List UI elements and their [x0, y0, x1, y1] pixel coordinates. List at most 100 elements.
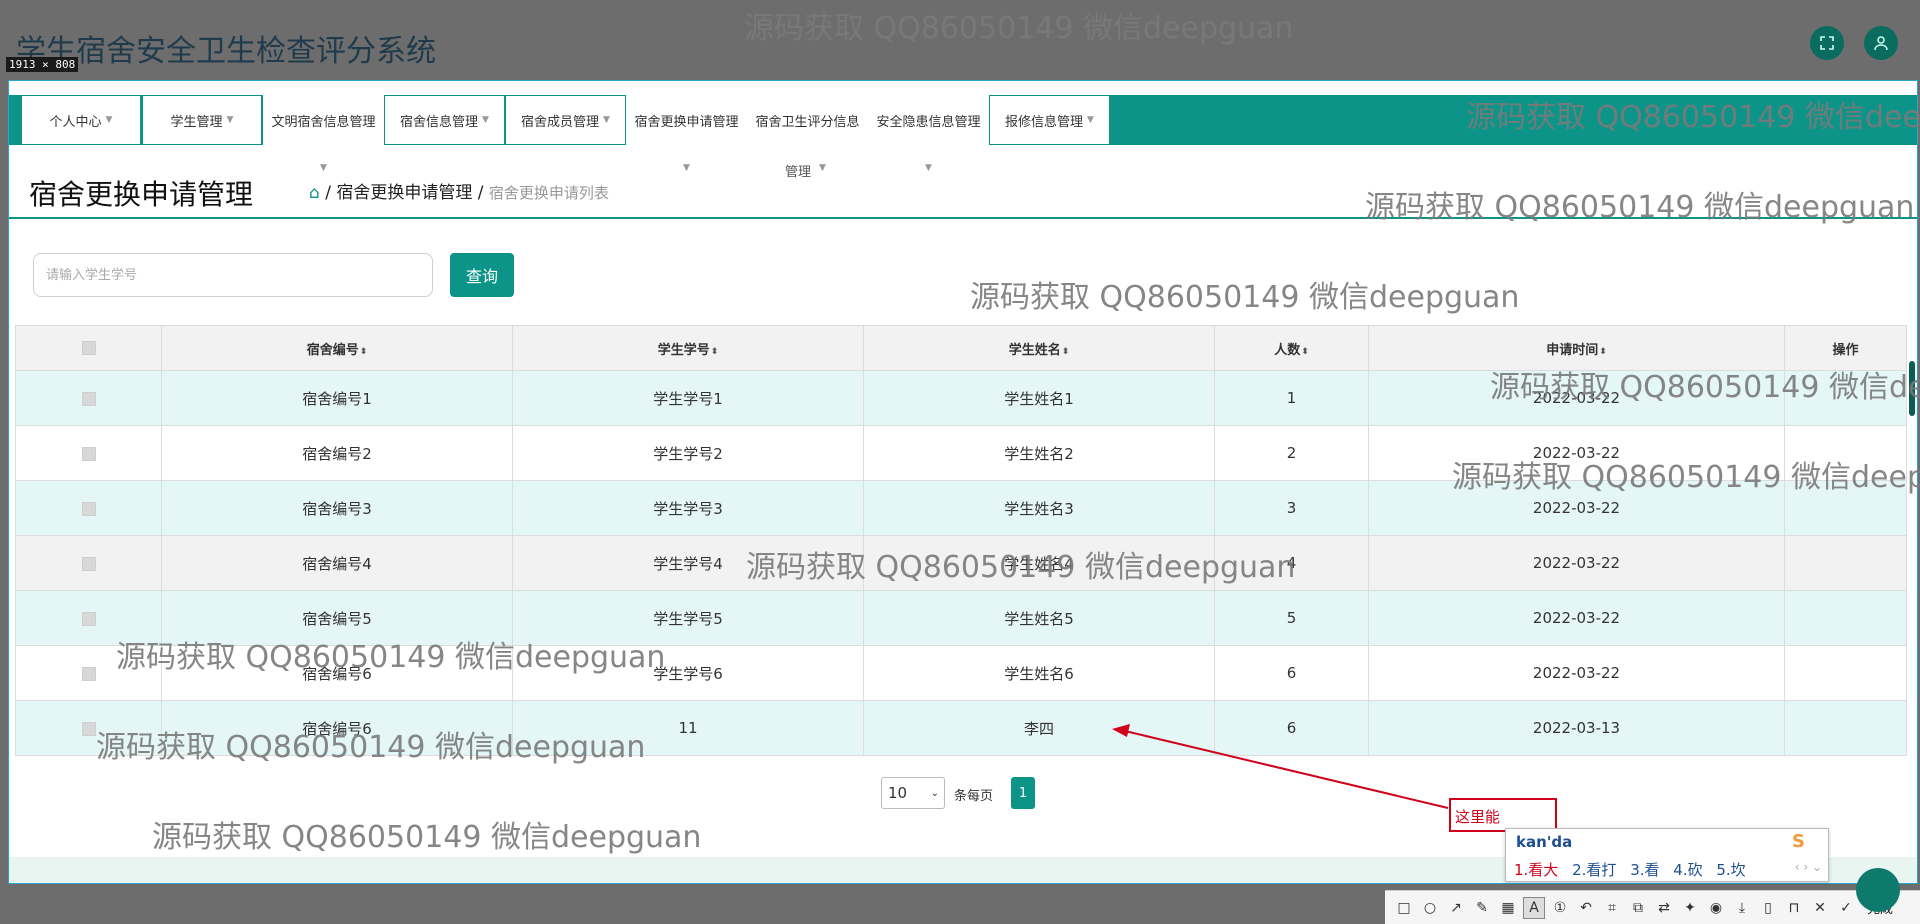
row-checkbox[interactable]: [81, 611, 96, 626]
nav-item-label: 学生管理: [170, 114, 223, 130]
arrow-icon[interactable]: ↗: [1445, 897, 1467, 919]
column-header[interactable]: 申请时间⬍: [1368, 325, 1785, 371]
row-checkbox[interactable]: [81, 446, 96, 461]
student-id-search-input[interactable]: [33, 253, 433, 297]
caret-down-icon: ▼: [819, 163, 826, 173]
count-cell: 3: [1214, 480, 1369, 536]
nav-item-dorm-info[interactable]: 宿舍信息管理 ▼: [384, 95, 505, 145]
row-checkbox[interactable]: [81, 721, 96, 736]
actions-cell: [1784, 535, 1907, 591]
number-icon[interactable]: ①: [1549, 897, 1571, 919]
close-icon[interactable]: ✕: [1809, 897, 1831, 919]
rectangle-icon[interactable]: □: [1393, 897, 1415, 919]
table-row[interactable]: 宿舍编号3 学生学号3 学生姓名3 3 2022-03-22: [15, 480, 1907, 536]
student-id-cell: 11: [512, 700, 864, 756]
nav-item-civilized-dorm[interactable]: 文明宿舍信息管理: [263, 95, 384, 145]
help-fab-button[interactable]: [1856, 868, 1900, 912]
nav-item-safety-hazard[interactable]: 安全隐患信息管理: [868, 95, 989, 145]
ellipse-icon[interactable]: ○: [1419, 897, 1441, 919]
nav-item-student-management[interactable]: 学生管理 ▼: [142, 95, 262, 145]
capture-size-label: 1913 × 808: [6, 57, 79, 72]
header-divider: [9, 217, 1917, 219]
row-checkbox[interactable]: [81, 666, 96, 681]
nav-item-hygiene-score[interactable]: 宿舍卫生评分信息: [747, 95, 868, 145]
app-title: 学生宿舍安全卫生检查评分系统: [16, 34, 436, 69]
current-page-button[interactable]: 1: [1011, 777, 1035, 809]
column-header[interactable]: 宿舍编号⬍: [161, 325, 513, 371]
nav-item-personal-center[interactable]: 个人中心 ▼: [21, 95, 141, 145]
fullscreen-icon[interactable]: [1810, 26, 1844, 60]
phone-icon[interactable]: ▯: [1757, 897, 1779, 919]
nav-item-label: 安全隐患信息管理: [876, 114, 981, 130]
count-cell: 6: [1214, 645, 1369, 701]
ime-page-nav-icon[interactable]: ‹ › ⌄: [1795, 860, 1822, 874]
app-header: 学生宿舍安全卫生检查评分系统: [0, 0, 1920, 80]
column-header: 操作: [1784, 325, 1907, 371]
check-icon[interactable]: ✓: [1835, 897, 1857, 919]
mosaic-icon[interactable]: ▦: [1497, 897, 1519, 919]
student-id-cell: 学生学号3: [512, 480, 864, 536]
ime-candidate[interactable]: 4.砍: [1673, 861, 1702, 879]
table-row[interactable]: 宿舍编号6 11 李四 6 2022-03-13: [15, 700, 1907, 756]
sort-icon: ⬍: [359, 346, 368, 357]
student-name-cell: 学生姓名2: [863, 425, 1215, 481]
column-header[interactable]: 学生姓名⬍: [863, 325, 1215, 371]
dorm-cell: 宿舍编号1: [161, 370, 513, 426]
pen-icon[interactable]: ✎: [1471, 897, 1493, 919]
select-all-cell: [15, 325, 162, 371]
ocr-icon[interactable]: ⧉: [1627, 897, 1649, 919]
download-icon[interactable]: ⤓: [1731, 897, 1753, 919]
nav-item-repair[interactable]: 报修信息管理 ▼: [989, 95, 1110, 145]
column-header[interactable]: 学生学号⬍: [512, 325, 864, 371]
select-all-checkbox[interactable]: [81, 341, 96, 355]
ime-candidate-window: kan'da S 1.看大 2.看打 3.看 4.砍 5.坎 ‹ › ⌄: [1505, 828, 1829, 882]
scrollbar-thumb[interactable]: [1909, 361, 1915, 416]
table-row[interactable]: 宿舍编号2 学生学号2 学生姓名2 2 2022-03-22: [15, 425, 1907, 481]
table-row[interactable]: 宿舍编号4 学生学号4 学生姓名4 4 2022-03-22: [15, 535, 1907, 591]
table-row[interactable]: 宿舍编号6 学生学号6 学生姓名6 6 2022-03-22: [15, 645, 1907, 701]
caret-down-icon: ▼: [925, 163, 932, 173]
row-checkbox[interactable]: [81, 501, 96, 516]
caret-down-icon: ▼: [226, 115, 234, 125]
caret-down-icon: ▼: [683, 163, 690, 173]
ime-candidate-list: 1.看大 2.看打 3.看 4.砍 5.坎: [1514, 859, 1755, 880]
ime-candidate[interactable]: 2.看打: [1572, 861, 1616, 879]
count-cell: 6: [1214, 700, 1369, 756]
undo-icon[interactable]: ↶: [1575, 897, 1597, 919]
page-title: 宿舍更换申请管理: [29, 178, 254, 211]
pin-icon[interactable]: ✦: [1679, 897, 1701, 919]
row-checkbox[interactable]: [81, 391, 96, 406]
search-button[interactable]: 查询: [450, 253, 514, 297]
table-row[interactable]: 宿舍编号1 学生学号1 学生姓名1 1 2022-03-22: [15, 370, 1907, 426]
home-icon[interactable]: ⌂: [309, 183, 320, 203]
user-icon[interactable]: [1864, 26, 1898, 60]
annotation-text-box[interactable]: 这里能: [1449, 798, 1557, 832]
actions-cell: [1784, 480, 1907, 536]
page-size-select[interactable]: 10 ⌄: [881, 777, 945, 809]
text-icon[interactable]: A: [1523, 896, 1545, 919]
record-icon[interactable]: ◉: [1705, 897, 1727, 919]
bookmark-icon[interactable]: ⊓: [1783, 897, 1805, 919]
screenshot-toolbar: □ ○ ↗ ✎ ▦ A ① ↶ ⌗ ⧉ ⇄ ✦ ◉ ⤓ ▯ ⊓ ✕ ✓ 完成: [1385, 890, 1920, 924]
caret-down-icon: ▼: [482, 115, 489, 125]
date-cell: 2022-03-22: [1368, 480, 1785, 536]
nav-item-dorm-members[interactable]: 宿舍成员管理 ▼: [505, 95, 626, 145]
nav-wrap-text: 管理: [785, 165, 812, 180]
column-header[interactable]: 人数⬍: [1214, 325, 1369, 371]
count-cell: 1: [1214, 370, 1369, 426]
row-checkbox[interactable]: [81, 556, 96, 571]
crop-icon[interactable]: ⌗: [1601, 897, 1623, 919]
ime-candidate[interactable]: 1.看大: [1514, 861, 1558, 879]
translate-icon[interactable]: ⇄: [1653, 897, 1675, 919]
dorm-cell: 宿舍编号2: [161, 425, 513, 481]
table-row[interactable]: 宿舍编号5 学生学号5 学生姓名5 5 2022-03-22: [15, 590, 1907, 646]
date-cell: 2022-03-22: [1368, 535, 1785, 591]
breadcrumb-section[interactable]: 宿舍更换申请管理: [336, 183, 472, 203]
caret-down-icon: ▼: [603, 115, 610, 125]
nav-item-label: 报修信息管理: [1005, 114, 1084, 130]
nav-item-dorm-change[interactable]: 宿舍更换申请管理: [626, 95, 747, 145]
ime-logo-icon: S: [1792, 831, 1805, 852]
ime-candidate[interactable]: 5.坎: [1716, 861, 1745, 879]
actions-cell: [1784, 645, 1907, 701]
ime-candidate[interactable]: 3.看: [1630, 861, 1659, 879]
